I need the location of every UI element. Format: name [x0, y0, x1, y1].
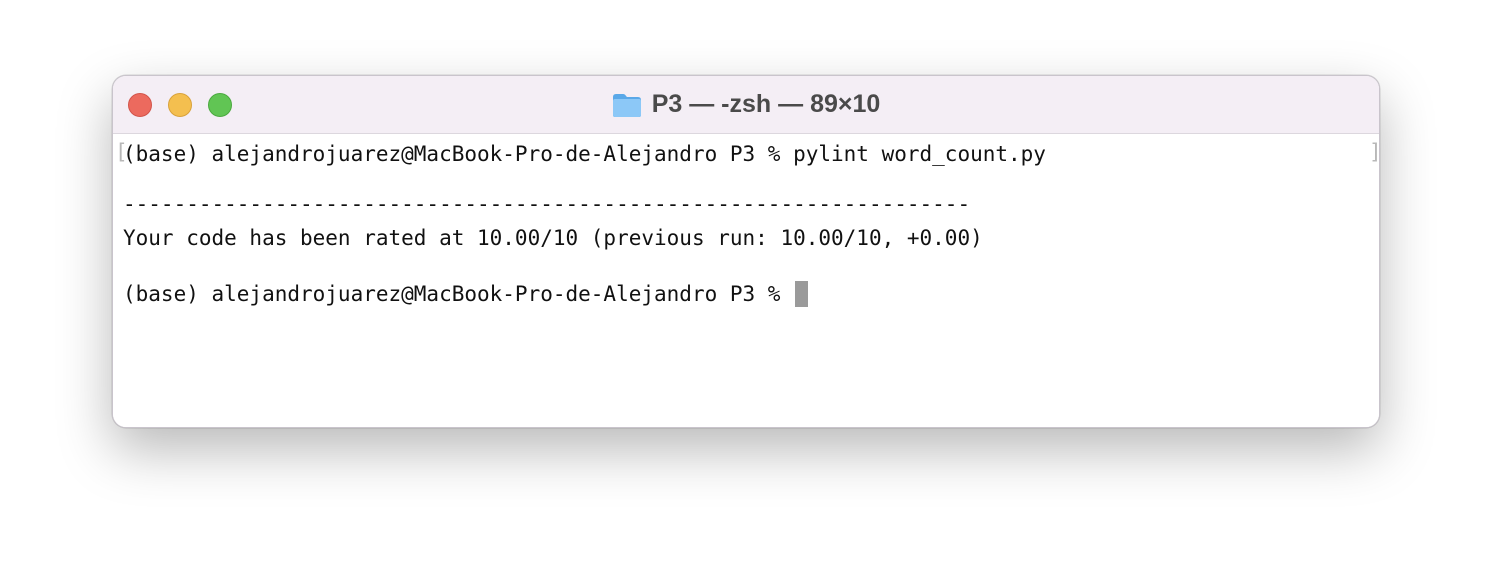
window-title: P3 — -zsh — 89×10: [651, 90, 881, 118]
terminal-content[interactable]: [ ] (base) alejandrojuarez@MacBook-Pro-d…: [113, 134, 1379, 427]
text-cursor: [795, 281, 809, 307]
terminal-line-prompt[interactable]: (base) alejandrojuarez@MacBook-Pro-de-Al…: [123, 280, 809, 308]
terminal-line-rating: Your code has been rated at 10.00/10 (pr…: [123, 226, 983, 250]
selection-bracket-right: ]: [1369, 140, 1379, 164]
folder-icon: [612, 92, 642, 118]
window-title-group: P3 — -zsh — 89×10: [113, 76, 1379, 133]
terminal-line-separator: ----------------------------------------…: [123, 192, 971, 216]
terminal-window: P3 — -zsh — 89×10 [ ] (base) alejandroju…: [112, 75, 1380, 428]
prompt-text: (base) alejandrojuarez@MacBook-Pro-de-Al…: [123, 282, 794, 306]
title-bar[interactable]: P3 — -zsh — 89×10: [113, 76, 1379, 134]
terminal-line-command: (base) alejandrojuarez@MacBook-Pro-de-Al…: [123, 142, 1046, 166]
